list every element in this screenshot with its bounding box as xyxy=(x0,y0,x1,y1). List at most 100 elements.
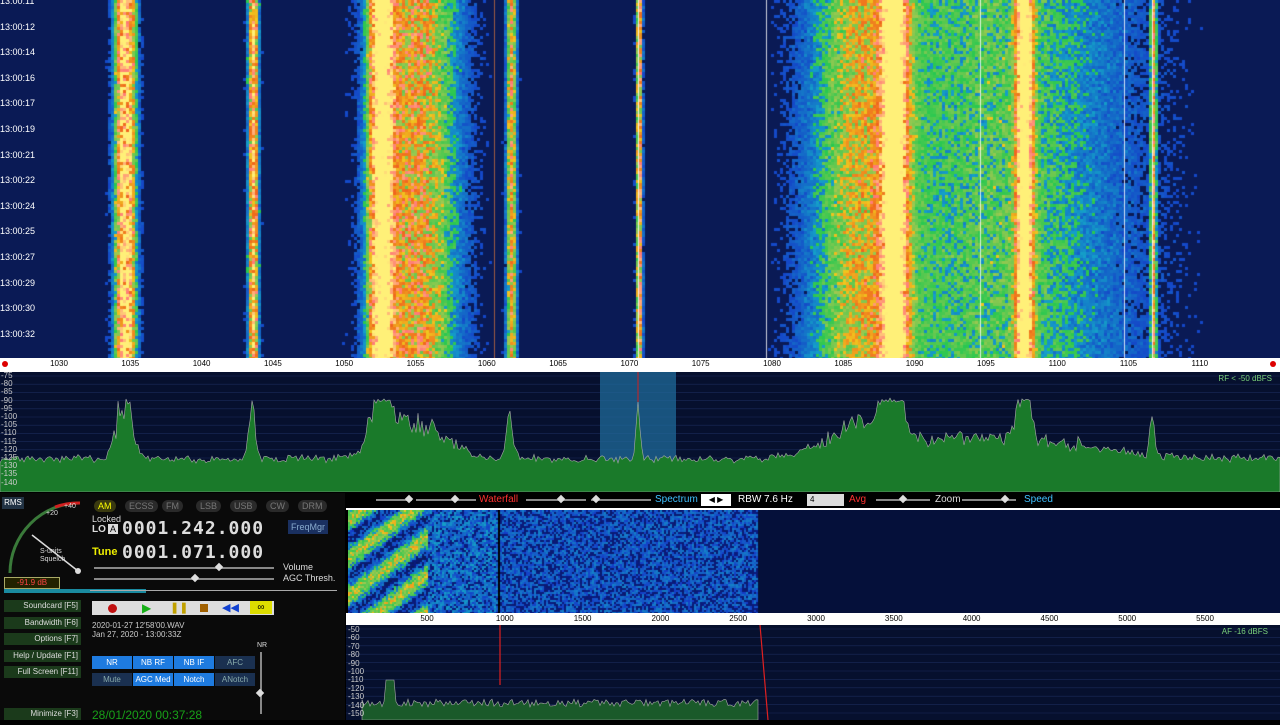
mode-button-drm[interactable]: DRM xyxy=(298,500,327,512)
time-label: 13:00:14 xyxy=(0,47,36,58)
menu-button[interactable]: Bandwidth [F6] xyxy=(4,616,81,629)
time-label: 13:00:27 xyxy=(0,252,36,262)
meter-scale-mid: +20 xyxy=(46,510,58,517)
volume-label: Volume xyxy=(283,562,314,572)
mode-button-lsb[interactable]: LSB xyxy=(196,500,222,512)
af-tick-label: 3500 xyxy=(884,614,903,623)
rbw-arrows[interactable]: ◀ ▶ xyxy=(701,494,731,506)
record-icon[interactable] xyxy=(108,604,117,613)
stop-icon[interactable] xyxy=(200,604,208,612)
mode-button-ecss[interactable]: ECSS xyxy=(125,500,158,512)
spectrum-label: Spectrum xyxy=(655,494,698,505)
meter-scale-top: +40 xyxy=(64,503,76,510)
audio-waterfall[interactable] xyxy=(348,510,1280,613)
spectrum-slider-2[interactable] xyxy=(591,494,651,504)
time-label: 13:00:32 xyxy=(0,328,36,339)
audio-frequency-axis[interactable]: 500 1000 1500 2000 2500 3000 3500 4000 4500 5000 5… xyxy=(346,613,1280,625)
signal-level-readout: -91.9 dB xyxy=(4,577,60,589)
pause-icon[interactable]: ❚❚ xyxy=(170,601,188,614)
waterfall-label: Waterfall xyxy=(479,494,519,505)
freqmgr-button[interactable]: FreqMgr xyxy=(288,520,329,534)
tune-frequency[interactable]: 0001.071.000 xyxy=(122,542,264,563)
af-tick-label: 5000 xyxy=(1118,614,1137,623)
time-label: 13:00:21 xyxy=(0,149,36,160)
s-meter xyxy=(8,501,81,574)
avg-label: Avg xyxy=(849,494,867,505)
speed-label: Speed xyxy=(1024,494,1053,505)
dsp-button[interactable]: NB IF xyxy=(174,656,214,669)
menu-button[interactable]: Help / Update [F1] xyxy=(4,649,81,662)
nr-slider-label: NR xyxy=(257,642,268,649)
time-label: 13:00:12 xyxy=(0,21,36,32)
audio-spectrum[interactable]: -50 -60 -70 -80 -90 -100 -110 -120 -130 -140 -150 … xyxy=(346,624,1280,721)
af-tick-label: 1500 xyxy=(573,614,592,623)
rewind-icon[interactable]: ◀◀ xyxy=(222,601,239,614)
rf-waterfall[interactable]: 13:00:11 13:00:12 13:00:14 13:00:16 13:00:17… xyxy=(0,0,1280,358)
loop-icon[interactable]: ∞ xyxy=(250,601,272,614)
divider xyxy=(90,590,337,591)
mode-button-am[interactable]: AM xyxy=(94,500,116,512)
time-label: 13:00:17 xyxy=(0,98,36,109)
rf-tick-label: 1055 xyxy=(406,359,425,368)
mode-button-fm[interactable]: FM xyxy=(162,500,183,512)
play-icon[interactable]: ▶ xyxy=(142,601,151,615)
af-tick-label: 4500 xyxy=(1040,614,1059,623)
menu-button[interactable]: Soundcard [F5] xyxy=(4,600,81,612)
avg-select[interactable]: 4 xyxy=(807,494,844,506)
dsp-button[interactable]: NB RF xyxy=(133,656,173,669)
rf-tick-label: 1110 xyxy=(1191,359,1209,368)
rf-tick-label: 1105 xyxy=(1119,359,1138,368)
af-tick-label: 2000 xyxy=(651,614,670,623)
zoom-label: Zoom xyxy=(935,494,961,505)
nr-slider[interactable] xyxy=(260,652,262,714)
af-spectrum-trace xyxy=(361,679,759,721)
rf-level-note: RF < -50 dBFS xyxy=(1218,374,1272,383)
af-tick-label: 1000 xyxy=(495,614,514,623)
rf-tick-label: 1035 xyxy=(121,359,140,368)
rf-frequency-axis[interactable]: 1030 1035 1040 1045 1050 1055 1060 1065 1070 1075… xyxy=(0,358,1280,372)
waterfall-slider-1[interactable] xyxy=(376,494,414,504)
rf-tick-label: 1090 xyxy=(905,359,924,368)
rf-tick-label: 1100 xyxy=(1048,359,1066,368)
time-label: 13:00:25 xyxy=(0,226,36,237)
rf-right-marker[interactable] xyxy=(1270,361,1276,367)
rf-tick-label: 1060 xyxy=(477,359,496,368)
time-label: 13:00:16 xyxy=(0,72,36,83)
menu-button[interactable]: Full Screen [F11] xyxy=(4,666,81,678)
af-db-label: -150 xyxy=(348,709,365,718)
time-label: 13:00:11 xyxy=(0,0,35,6)
rbw-value: 7.6 Hz xyxy=(764,494,793,505)
dsp-button[interactable]: NR xyxy=(92,656,132,669)
dsp-button[interactable]: Notch xyxy=(174,673,214,686)
waterfall-slider-2[interactable] xyxy=(416,494,476,504)
menu-button[interactable]: Options [F7] xyxy=(4,633,81,645)
speed-slider[interactable] xyxy=(962,494,1016,504)
file-date: Jan 27, 2020 - 13:00:33Z xyxy=(92,630,182,639)
file-name: 2020-01-27 12'58'00.WAV xyxy=(92,621,185,630)
time-label: 13:00:29 xyxy=(0,277,36,288)
time-label: 13:00:30 xyxy=(0,303,36,314)
mode-button-cw[interactable]: CW xyxy=(266,500,289,512)
rf-tick-label: 1080 xyxy=(763,359,781,368)
lo-a-button[interactable]: A xyxy=(108,524,119,534)
agc-threshold-label: AGC Thresh. xyxy=(283,573,336,583)
spectrum-slider-1[interactable] xyxy=(526,494,586,504)
time-label: 13:00:22 xyxy=(0,175,36,186)
dsp-button[interactable]: Mute xyxy=(92,673,132,686)
dsp-button[interactable]: AGC Med xyxy=(133,673,173,686)
dsp-button[interactable]: AFC xyxy=(215,656,255,669)
lo-frequency[interactable]: 0001.242.000 xyxy=(122,518,264,539)
mode-button-usb[interactable]: USB xyxy=(230,500,257,512)
volume-slider[interactable] xyxy=(94,562,274,572)
zoom-slider-1[interactable] xyxy=(876,494,930,504)
rf-spectrum[interactable]: -75 -80 -85 -90 -95 -100 -105 -110 -115 -120 -125-… xyxy=(0,372,1280,492)
rf-left-marker[interactable] xyxy=(2,361,8,367)
rf-tick-label: 1070 xyxy=(620,359,639,368)
display-control-bar: Waterfall Spectrum ◀ ▶ RBW 7.6 Hz 4 Avg … xyxy=(346,493,1280,508)
af-tick-label: 500 xyxy=(420,614,434,623)
rbw-label: RBW xyxy=(738,494,762,505)
minimize-button[interactable]: Minimize [F3] xyxy=(4,708,81,720)
dsp-button[interactable]: ANotch xyxy=(215,673,255,686)
agc-threshold-slider[interactable] xyxy=(94,573,274,583)
rf-tick-label: 1095 xyxy=(976,359,995,368)
